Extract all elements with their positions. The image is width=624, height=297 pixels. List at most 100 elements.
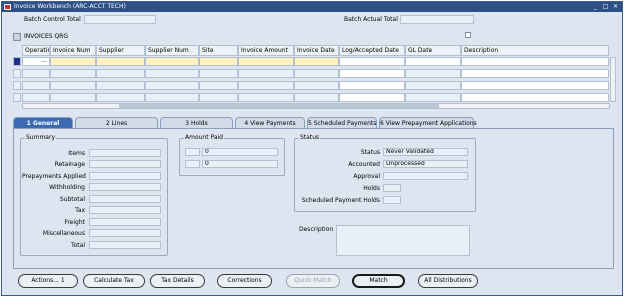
cell-supplier-num[interactable] <box>145 57 199 66</box>
cell-description[interactable] <box>461 81 609 90</box>
cell-site[interactable] <box>199 69 238 78</box>
cell-site[interactable] <box>199 57 238 66</box>
withholding-label: Withholding <box>49 184 85 191</box>
cell-invoice-amount[interactable] <box>238 93 294 102</box>
approval-value <box>383 172 468 180</box>
approval-label: Approval <box>353 173 380 180</box>
col-site[interactable]: Site <box>199 45 238 56</box>
grid-vertical-scrollbar[interactable] <box>610 57 616 102</box>
miscellaneous-field[interactable] <box>89 229 161 237</box>
holds-value <box>383 184 401 192</box>
description-label: Description <box>299 226 334 233</box>
all-distributions-button[interactable]: All Distributions <box>418 274 478 288</box>
cell-invoice-num[interactable] <box>50 69 96 78</box>
items-field[interactable] <box>89 149 161 157</box>
amount-paid-value-1[interactable]: 0 <box>202 148 278 156</box>
quick-match-button[interactable]: Quick Match <box>286 274 340 288</box>
cell-site[interactable] <box>199 93 238 102</box>
maximize-icon[interactable]: □ <box>602 2 609 12</box>
cell-operating-unit[interactable] <box>22 93 50 102</box>
cell-supplier[interactable] <box>96 57 145 66</box>
freight-field[interactable] <box>89 218 161 226</box>
close-icon[interactable]: ✕ <box>612 2 619 12</box>
cell-invoice-date[interactable] <box>294 57 339 66</box>
cell-operating-unit[interactable]: ... <box>22 57 50 66</box>
cell-invoice-num[interactable] <box>50 81 96 90</box>
col-log-accepted-date[interactable]: Log/Accepted Date <box>339 45 405 56</box>
cell-operating-unit[interactable] <box>22 69 50 78</box>
tax-field[interactable] <box>89 206 161 214</box>
scrollbar-thumb[interactable] <box>119 104 439 108</box>
cell-site[interactable] <box>199 81 238 90</box>
cell-invoice-amount[interactable] <box>238 81 294 90</box>
amount-paid-value-2[interactable]: 0 <box>202 160 278 168</box>
corrections-button[interactable]: Corrections <box>217 274 272 288</box>
actions-button[interactable]: Actions... 1 <box>18 274 78 288</box>
col-invoice-date[interactable]: Invoice Date <box>294 45 339 56</box>
row-indicator[interactable] <box>13 69 21 78</box>
amount-paid-group: Amount Paid <box>179 134 285 176</box>
cell-description[interactable] <box>461 93 609 102</box>
cell-invoice-num[interactable] <box>50 57 96 66</box>
row-indicator[interactable] <box>13 81 21 90</box>
cell-invoice-date[interactable] <box>294 69 339 78</box>
col-description[interactable]: Description <box>461 45 609 56</box>
cell-supplier[interactable] <box>96 69 145 78</box>
col-invoice-num[interactable]: Invoice Num <box>50 45 96 56</box>
amount-paid-currency-1[interactable] <box>185 148 200 156</box>
minimize-icon[interactable]: _ <box>592 2 599 12</box>
cell-supplier-num[interactable] <box>145 69 199 78</box>
tax-details-button[interactable]: Tax Details <box>150 274 205 288</box>
cell-supplier[interactable] <box>96 81 145 90</box>
cell-invoice-date[interactable] <box>294 93 339 102</box>
batch-control-total-field[interactable] <box>84 15 156 24</box>
calculate-tax-button[interactable]: Calculate Tax <box>83 274 145 288</box>
cell-gl-date[interactable] <box>405 81 461 90</box>
col-invoice-amount[interactable]: Invoice Amount <box>238 45 294 56</box>
cell-invoice-num[interactable] <box>50 93 96 102</box>
grid-horizontal-scrollbar[interactable] <box>22 103 610 109</box>
cell-supplier[interactable] <box>96 93 145 102</box>
cell-description[interactable] <box>461 57 609 66</box>
amount-paid-currency-2[interactable] <box>185 160 200 168</box>
prepayments-applied-label: Prepayments Applied <box>22 173 86 180</box>
match-button[interactable]: Match <box>352 274 405 288</box>
window-titlebar[interactable]: Invoice Workbench (ARC-ACCT TECH) _ □ ✕ <box>2 2 622 12</box>
col-supplier[interactable]: Supplier <box>96 45 145 56</box>
lov-icon[interactable]: ... <box>41 57 47 64</box>
description-field[interactable] <box>336 225 470 256</box>
cell-gl-date[interactable] <box>405 69 461 78</box>
total-label: Total <box>70 242 85 249</box>
subtotal-label: Subtotal <box>59 196 85 203</box>
cell-log-accepted-date[interactable] <box>339 69 405 78</box>
prepayments-applied-field[interactable] <box>89 172 161 180</box>
cell-invoice-amount[interactable] <box>238 69 294 78</box>
retainage-field[interactable] <box>89 160 161 168</box>
miscellaneous-label: Miscellaneous <box>42 230 85 237</box>
cell-invoice-date[interactable] <box>294 81 339 90</box>
current-row-indicator[interactable] <box>13 57 21 66</box>
cell-gl-date[interactable] <box>405 93 461 102</box>
col-operating-unit[interactable]: Operatin <box>22 45 50 56</box>
oracle-app-icon <box>4 4 11 10</box>
cell-supplier-num[interactable] <box>145 93 199 102</box>
cell-invoice-amount[interactable] <box>238 57 294 66</box>
scheduled-payment-holds-label: Scheduled Payment Holds <box>301 197 380 204</box>
row-indicator[interactable] <box>13 93 21 102</box>
col-supplier-num[interactable]: Supplier Num <box>145 45 199 56</box>
total-field[interactable] <box>89 241 161 249</box>
cell-description[interactable] <box>461 69 609 78</box>
batch-actual-total-field[interactable] <box>400 15 474 24</box>
withholding-field[interactable] <box>89 183 161 191</box>
cell-log-accepted-date[interactable] <box>339 81 405 90</box>
cell-supplier-num[interactable] <box>145 81 199 90</box>
cell-log-accepted-date[interactable] <box>339 57 405 66</box>
col-gl-date[interactable]: GL Date <box>405 45 461 56</box>
cell-operating-unit[interactable] <box>22 81 50 90</box>
invoice-workbench-window: Invoice Workbench (ARC-ACCT TECH) _ □ ✕ … <box>1 1 623 296</box>
cell-log-accepted-date[interactable] <box>339 93 405 102</box>
folder-icon[interactable] <box>13 33 21 41</box>
subtotal-field[interactable] <box>89 195 161 203</box>
block-checkbox-icon[interactable] <box>465 32 471 38</box>
cell-gl-date[interactable] <box>405 57 461 66</box>
